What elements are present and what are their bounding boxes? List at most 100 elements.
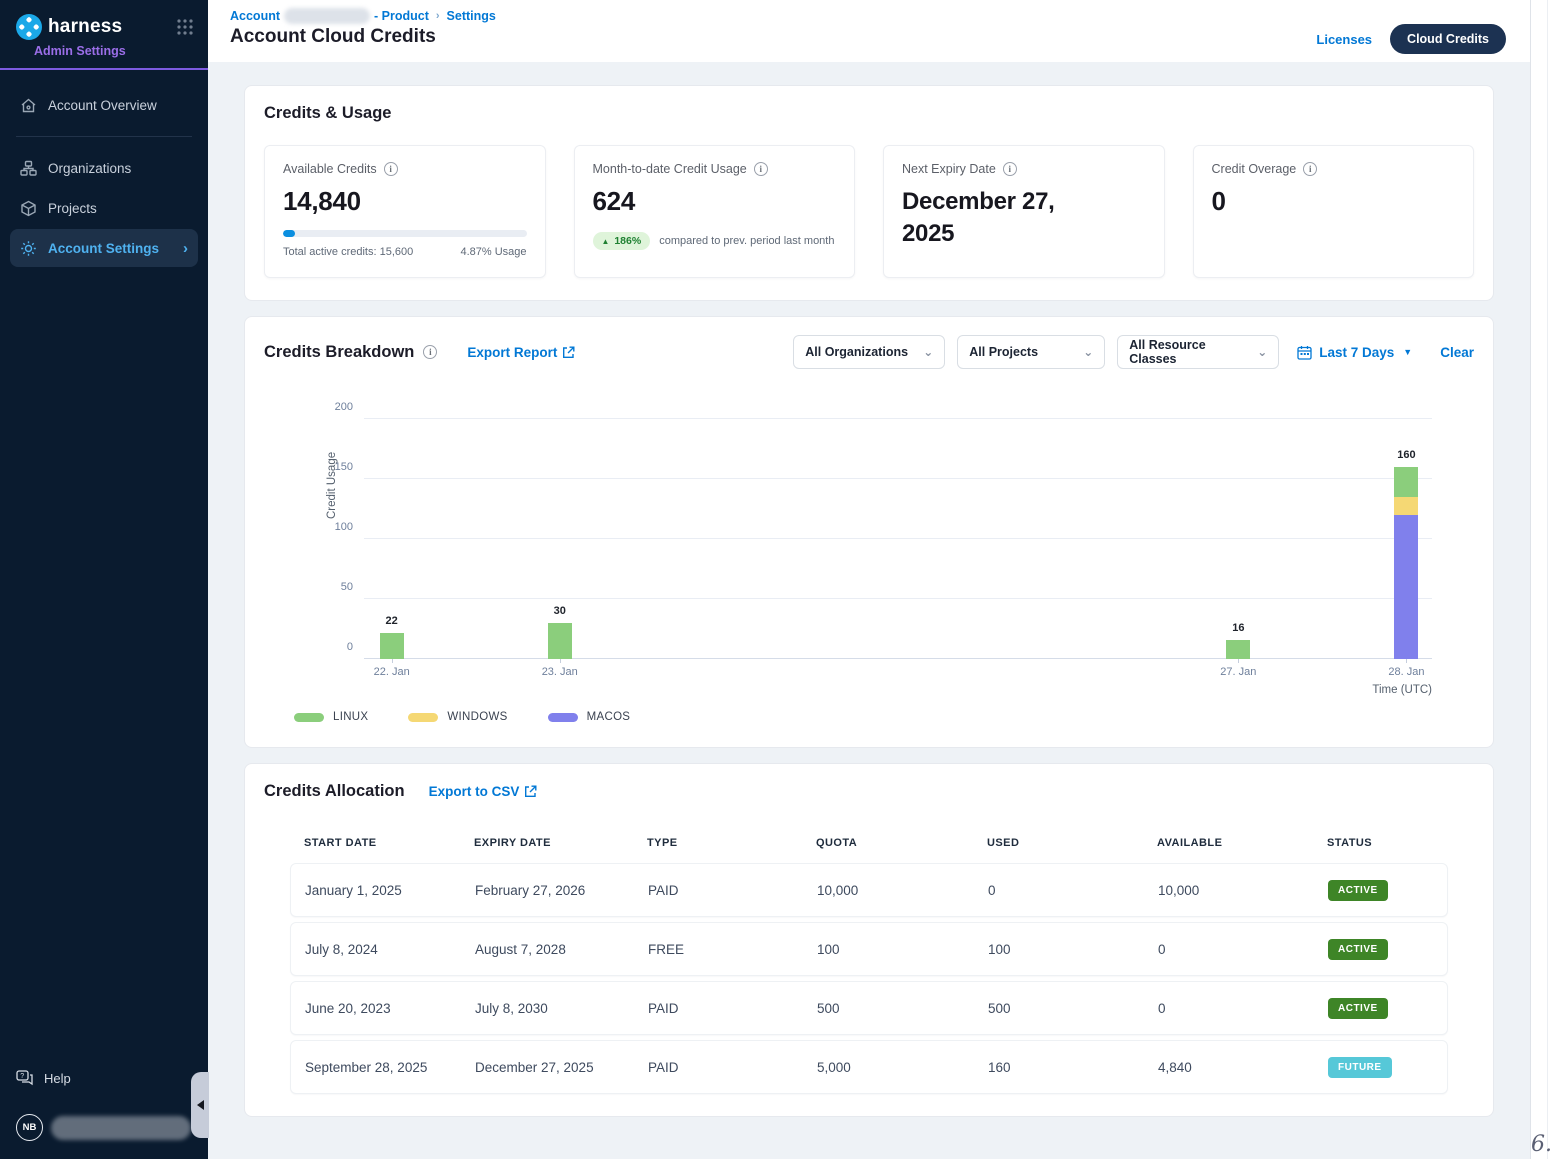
breadcrumb-account[interactable]: Account: [230, 9, 280, 23]
sidebar-nav: Account Overview Organizations Projects …: [0, 84, 208, 269]
info-icon[interactable]: i: [384, 162, 398, 176]
licenses-link[interactable]: Licenses: [1316, 32, 1372, 47]
info-icon[interactable]: i: [1003, 162, 1017, 176]
credit-overage-card: Credit Overage i 0: [1193, 145, 1475, 278]
cell-type: PAID: [648, 883, 817, 898]
cell-available: 0: [1158, 1001, 1328, 1016]
sidebar-item-label: Organizations: [48, 161, 131, 176]
credits-progress-fill: [283, 230, 295, 237]
cell-expiry-date: February 27, 2026: [475, 883, 648, 898]
cell-expiry-date: December 27, 2025: [475, 1060, 648, 1075]
brand-name: harness: [48, 16, 176, 38]
breadcrumb-product[interactable]: - Product: [374, 9, 429, 23]
trend-badge: ▲ 186%: [593, 232, 651, 250]
cell-type: FREE: [648, 942, 817, 957]
card-label: Available Credits: [283, 162, 377, 176]
legend-item-linux[interactable]: LINUX: [294, 711, 368, 723]
y-tick-label: 150: [335, 461, 353, 473]
next-expiry-card: Next Expiry Date i December 27, 2025: [883, 145, 1165, 278]
y-tick-label: 100: [335, 521, 353, 533]
help-chat-icon: ?: [16, 1070, 34, 1086]
help-label: Help: [44, 1071, 71, 1086]
credits-breakdown-panel: Credits Breakdown i Export Report All Or…: [244, 316, 1494, 748]
sidebar-item-label: Account Settings: [48, 241, 159, 256]
x-tick-label: 28. Jan: [1371, 666, 1441, 678]
bar-value-label: 30: [530, 605, 590, 617]
bar-segment-linux: [1394, 467, 1418, 497]
available-credits-value: 14,840: [283, 186, 527, 217]
status-badge: FUTURE: [1328, 1057, 1392, 1078]
stray-annotation: 6.: [1531, 1132, 1552, 1157]
cell-used: 500: [988, 1001, 1158, 1016]
chart-bar-22Jan: [380, 633, 404, 659]
legend-item-windows[interactable]: WINDOWS: [408, 711, 507, 723]
page-header: Account - Product › Settings Account Clo…: [208, 0, 1530, 62]
legend-label: LINUX: [333, 711, 368, 723]
bar-segment-macos: [1394, 515, 1418, 659]
sidebar-item-account-overview[interactable]: Account Overview: [10, 86, 198, 124]
harness-logo-icon[interactable]: [16, 14, 42, 40]
resource-classes-filter-dropdown[interactable]: All Resource Classes⌄: [1117, 335, 1279, 369]
column-header-status: STATUS: [1327, 837, 1434, 849]
legend-item-macos[interactable]: MACOS: [548, 711, 631, 723]
next-expiry-value: December 27, 2025: [902, 186, 1112, 251]
table-row: September 28, 2025December 27, 2025PAID5…: [290, 1040, 1448, 1094]
breadcrumb-settings[interactable]: Settings: [447, 9, 496, 23]
app-grid-icon[interactable]: [176, 18, 194, 36]
y-tick-label: 50: [341, 581, 353, 593]
column-header-type: TYPE: [647, 837, 816, 849]
legend-swatch: [548, 713, 578, 722]
chevron-down-icon: ⌄: [1083, 345, 1093, 359]
y-tick-label: 0: [347, 641, 353, 653]
external-link-icon: [562, 346, 575, 359]
clear-filters-link[interactable]: Clear: [1440, 345, 1474, 360]
credits-breakdown-title: Credits Breakdown: [264, 343, 414, 362]
user-row[interactable]: NB: [16, 1114, 192, 1141]
gridline: [364, 478, 1432, 479]
sidebar-item-organizations[interactable]: Organizations: [10, 149, 198, 187]
chart-bar-23Jan: [548, 623, 572, 659]
info-icon[interactable]: i: [754, 162, 768, 176]
chart-legend: LINUX WINDOWS MACOS: [294, 711, 1474, 723]
x-axis-title: Time (UTC): [1372, 684, 1432, 696]
info-icon[interactable]: i: [423, 345, 437, 359]
mtd-usage-card: Month-to-date Credit Usage i 624 ▲ 186% …: [574, 145, 856, 278]
page-title: Account Cloud Credits: [230, 26, 1316, 48]
x-tick-mark: [1238, 659, 1239, 663]
export-csv-link[interactable]: Export to CSV: [429, 784, 538, 799]
cell-used: 0: [988, 883, 1158, 898]
credits-allocation-title: Credits Allocation: [264, 782, 405, 801]
brand-row: harness: [0, 0, 208, 40]
gridline: [364, 658, 1432, 659]
projects-filter-dropdown[interactable]: All Projects⌄: [957, 335, 1105, 369]
scrollbar[interactable]: [1530, 0, 1556, 1159]
organizations-filter-dropdown[interactable]: All Organizations⌄: [793, 335, 945, 369]
credit-usage-chart: Credit Usage 0501001502002222. Jan3023. …: [264, 401, 1474, 701]
trend-note: compared to prev. period last month: [659, 235, 834, 247]
svg-text:?: ?: [20, 1073, 24, 1080]
sidebar-divider: [16, 136, 192, 137]
bar-segment-linux: [1226, 640, 1250, 659]
cell-quota: 500: [817, 1001, 988, 1016]
brand-underline: [0, 68, 208, 70]
sidebar-collapse-handle[interactable]: [191, 1072, 209, 1138]
cloud-credits-button[interactable]: Cloud Credits: [1390, 24, 1506, 54]
sidebar-item-account-settings[interactable]: Account Settings ›: [10, 229, 198, 267]
chart-plot-area: 0501001502002222. Jan3023. Jan1627. Jan1…: [364, 419, 1432, 659]
chevron-down-icon: ⌄: [1257, 345, 1267, 359]
calendar-icon: [1297, 345, 1312, 360]
breadcrumb-separator-icon: ›: [436, 10, 440, 22]
date-range-picker[interactable]: Last 7 Days ▼: [1297, 345, 1412, 360]
chart-bar-27Jan: [1226, 640, 1250, 659]
cell-start-date: June 20, 2023: [305, 1001, 475, 1016]
sidebar-item-projects[interactable]: Projects: [10, 189, 198, 227]
cube-icon: [20, 200, 37, 217]
cell-used: 100: [988, 942, 1158, 957]
cell-expiry-date: August 7, 2028: [475, 942, 648, 957]
bar-value-label: 22: [362, 615, 422, 627]
export-report-link[interactable]: Export Report: [467, 345, 575, 360]
redacted-account-name: [284, 8, 370, 24]
help-button[interactable]: ? Help: [16, 1070, 192, 1086]
info-icon[interactable]: i: [1303, 162, 1317, 176]
avatar[interactable]: NB: [16, 1114, 43, 1141]
